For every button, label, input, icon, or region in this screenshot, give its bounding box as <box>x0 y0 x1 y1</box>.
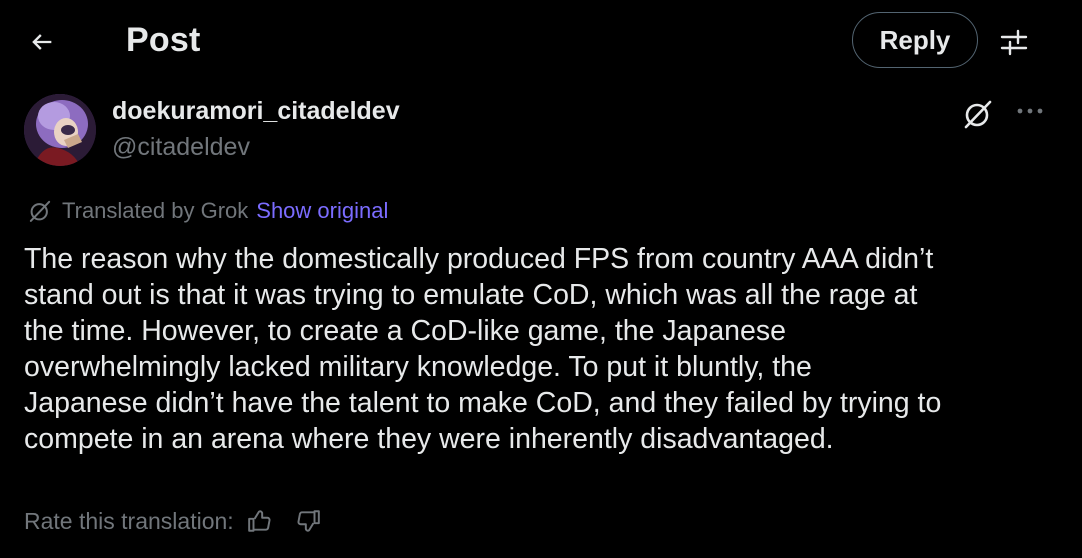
rate-translation-label: Rate this translation: <box>24 508 234 534</box>
reply-button[interactable]: Reply <box>852 12 978 68</box>
show-original-link[interactable]: Show original <box>256 197 388 225</box>
more-options-button[interactable] <box>1010 96 1050 126</box>
thumb-down-button[interactable] <box>290 505 326 537</box>
translation-notice: Translated by Grok Show original <box>26 197 388 225</box>
page-title: Post <box>126 21 201 59</box>
grok-button[interactable] <box>958 96 998 132</box>
author-display-name[interactable]: doekuramori_citadeldev <box>112 96 400 126</box>
more-horizontal-icon <box>1017 108 1043 114</box>
thumb-up-button[interactable] <box>242 505 278 537</box>
translated-by-label: Translated by Grok <box>62 198 249 223</box>
back-button[interactable] <box>22 22 62 62</box>
avatar[interactable] <box>24 94 96 166</box>
settings-button[interactable] <box>994 22 1034 62</box>
post-page: Post Reply doekuramori_citadeldev @citad… <box>0 0 1082 558</box>
post-text: The reason why the domestically produced… <box>24 243 942 455</box>
grok-icon <box>26 197 54 225</box>
sliders-icon <box>1000 29 1028 56</box>
grok-icon <box>964 100 992 129</box>
thumb-up-icon <box>247 510 271 532</box>
avatar-image <box>24 94 96 166</box>
thumb-down-icon <box>297 510 320 532</box>
rate-translation-row: Rate this translation: <box>24 505 326 537</box>
author-handle[interactable]: @citadeldev <box>112 132 250 162</box>
arrow-left-icon <box>32 34 52 50</box>
